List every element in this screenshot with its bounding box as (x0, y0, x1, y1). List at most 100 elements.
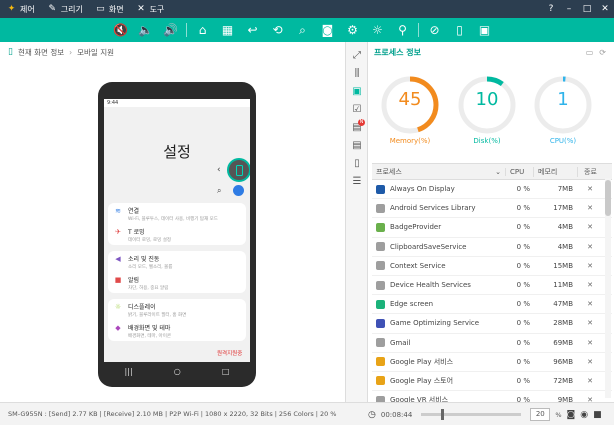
file-icon[interactable]: ▯ (346, 154, 368, 172)
log-icon[interactable]: ☰ (346, 172, 368, 190)
table-row[interactable]: Game Optimizing Service 0 % 28MB ✕ (372, 314, 612, 334)
table-row[interactable]: Google Play 스토어 0 % 72MB ✕ (372, 372, 612, 392)
phone-remote-icon[interactable]: ▣ (472, 18, 497, 42)
help-button[interactable]: ? (542, 0, 560, 18)
refresh-icon[interactable]: ⟳ (599, 48, 606, 57)
zoom-slider[interactable] (421, 409, 522, 420)
breadcrumb-current[interactable]: 현재 화면 정보 (18, 47, 64, 58)
menu-control[interactable]: ✦ 제어 (0, 0, 41, 18)
end-process-button[interactable]: ✕ (577, 281, 603, 289)
record-icon[interactable]: ◉ (580, 410, 588, 420)
camera-icon[interactable]: ◙ (315, 18, 340, 42)
apps-icon[interactable]: ▦ (215, 18, 240, 42)
volume-up-icon[interactable]: 🔊 (158, 18, 183, 42)
home-icon[interactable]: ⌂ (190, 18, 215, 42)
phone-portrait-icon[interactable]: ▯ (447, 18, 472, 42)
remote-support-icon[interactable] (227, 158, 250, 182)
close-button[interactable]: ✕ (596, 0, 614, 18)
rotate-icon[interactable]: ⟲ (265, 18, 290, 42)
settings-item-connections[interactable]: ≋ 연결 Wi-Fi, 블루투스, 데이터 사용, 비행기 탑재 모드 (108, 203, 246, 224)
clipboard-icon[interactable]: ▭ (586, 48, 594, 57)
minimize-button[interactable]: – (560, 0, 578, 18)
column-memory[interactable]: 메모리 (533, 166, 577, 177)
volume-down-icon[interactable]: 🔈 (133, 18, 158, 42)
settings-item-roaming[interactable]: ✈ T 로밍 데이터 로밍, 로밍 설정 (108, 224, 246, 245)
table-row[interactable]: Context Service 0 % 15MB ✕ (372, 257, 612, 276)
process-cpu: 0 % (516, 376, 530, 385)
table-row[interactable]: Edge screen 0 % 47MB ✕ (372, 295, 612, 315)
search-icon[interactable]: ⌕ (290, 18, 315, 42)
end-process-button[interactable]: ✕ (577, 319, 603, 327)
zoom-slider-knob[interactable] (440, 409, 444, 420)
connection-info: SM-G955N : [Send] 2.77 KB | [Receive] 2.… (8, 410, 337, 418)
wand-icon: ✦ (7, 3, 16, 14)
settings-item-sound[interactable]: ◀ 소리 및 진동 소리 모드, 벨소리, 볼륨 (108, 251, 246, 272)
back-icon[interactable]: ↩ (240, 18, 265, 42)
table-row[interactable]: Device Health Services 0 % 11MB ✕ (372, 276, 612, 296)
settings-item-display[interactable]: ☼ 디스플레이 밝기, 블루라이트 필터, 홈 화면 (108, 299, 246, 320)
process-rows: Always On Display 0 % 7MB ✕ Android Services… (372, 180, 612, 411)
menu-tools[interactable]: ✕ 도구 (130, 0, 171, 18)
end-process-button[interactable]: ✕ (577, 300, 603, 308)
end-process-button[interactable]: ✕ (577, 358, 603, 366)
end-process-button[interactable]: ✕ (577, 204, 603, 212)
maximize-button[interactable]: □ (578, 0, 596, 18)
scroll-thumb[interactable] (605, 180, 611, 216)
process-memory: 72MB (553, 376, 573, 385)
collapse-icon[interactable]: ⤢ (346, 46, 368, 64)
chevron-left-icon[interactable]: ‹ (217, 165, 221, 175)
status-bar: SM-G955N : [Send] 2.77 KB | [Receive] 2.… (0, 402, 614, 425)
list-icon[interactable]: ▤ (346, 136, 368, 154)
clock-icon: ◷ (368, 409, 376, 420)
app-icon (376, 242, 385, 252)
gauge-cpu-value: 1 (557, 89, 569, 110)
table-row[interactable]: BadgeProvider 0 % 4MB ✕ (372, 218, 612, 238)
notification-icon: ■ (114, 276, 122, 284)
document-icon[interactable]: ▤ N (346, 118, 368, 136)
table-row[interactable]: ClipboardSaveService 0 % 4MB ✕ (372, 238, 612, 257)
column-cpu[interactable]: CPU (505, 167, 533, 176)
no-link-icon[interactable]: ⊘ (422, 18, 447, 42)
table-row[interactable]: Google Play 서비스 0 % 96MB ✕ (372, 353, 612, 372)
column-process[interactable]: 프로세스 ⌄ (372, 167, 505, 177)
breadcrumb-mobile-support[interactable]: 모바일 지원 (77, 47, 114, 58)
end-process-button[interactable]: ✕ (577, 185, 603, 193)
brightness-icon[interactable]: ☼ (365, 18, 390, 42)
checkbox-icon[interactable]: ☑ (346, 100, 368, 118)
menu-screen[interactable]: ▭ 화면 (89, 0, 130, 18)
chip-icon[interactable]: ▣ (346, 82, 368, 100)
sliders-icon[interactable]: ⫼ (346, 64, 368, 82)
settings-item-notifications[interactable]: ■ 알림 차단, 허용, 중요 알림 (108, 272, 246, 293)
end-process-button[interactable]: ✕ (577, 262, 603, 270)
stop-icon[interactable]: ■ (593, 410, 602, 420)
phone-screen[interactable]: 9:44 설정 ‹ ⌕ ≋ 연결 Wi-Fi, 블루투스, 데이터 사용, 비행… (104, 99, 250, 362)
app-icon (376, 261, 385, 271)
end-process-button[interactable]: ✕ (577, 223, 603, 231)
home-button-icon[interactable]: ○ (174, 367, 181, 376)
process-scrollbar[interactable] (605, 178, 611, 398)
settings-group-connections: ≋ 연결 Wi-Fi, 블루투스, 데이터 사용, 비행기 탑재 모드 ✈ T … (108, 203, 246, 245)
end-process-button[interactable]: ✕ (577, 243, 603, 251)
phone-frame: 9:44 설정 ‹ ⌕ ≋ 연결 Wi-Fi, 블루투스, 데이터 사용, 비행… (98, 82, 256, 387)
pin-icon[interactable]: ⚲ (390, 18, 415, 42)
account-icon[interactable] (233, 185, 244, 196)
process-name-cell: Google Play 서비스 (372, 357, 505, 367)
process-memory: 15MB (553, 261, 573, 270)
recent-apps-icon[interactable]: ||| (125, 367, 133, 376)
process-name-cell: Google Play 스토어 (372, 376, 505, 386)
table-row[interactable]: Always On Display 0 % 7MB ✕ (372, 180, 612, 200)
camera-icon[interactable]: ◙ (567, 410, 576, 420)
end-process-button[interactable]: ✕ (577, 377, 603, 385)
table-row[interactable]: Gmail 0 % 69MB ✕ (372, 334, 612, 353)
zoom-input[interactable]: 20 (530, 408, 551, 421)
search-icon[interactable]: ⌕ (217, 186, 221, 196)
menu-draw[interactable]: ✎ 그리기 (41, 0, 89, 18)
volume-mute-icon[interactable]: 🔇 (108, 18, 133, 42)
column-end[interactable]: 종료 (577, 166, 603, 177)
settings-item-wallpaper[interactable]: ◆ 배경화면 및 테마 배경화면, 테마, 아이콘 (108, 320, 246, 341)
end-process-button[interactable]: ✕ (577, 339, 603, 347)
settings-icon[interactable]: ⚙ (340, 18, 365, 42)
phone-status-bar: 9:44 (104, 99, 250, 107)
table-row[interactable]: Android Services Library 0 % 17MB ✕ (372, 199, 612, 219)
back-button-icon[interactable]: □ (222, 367, 230, 376)
